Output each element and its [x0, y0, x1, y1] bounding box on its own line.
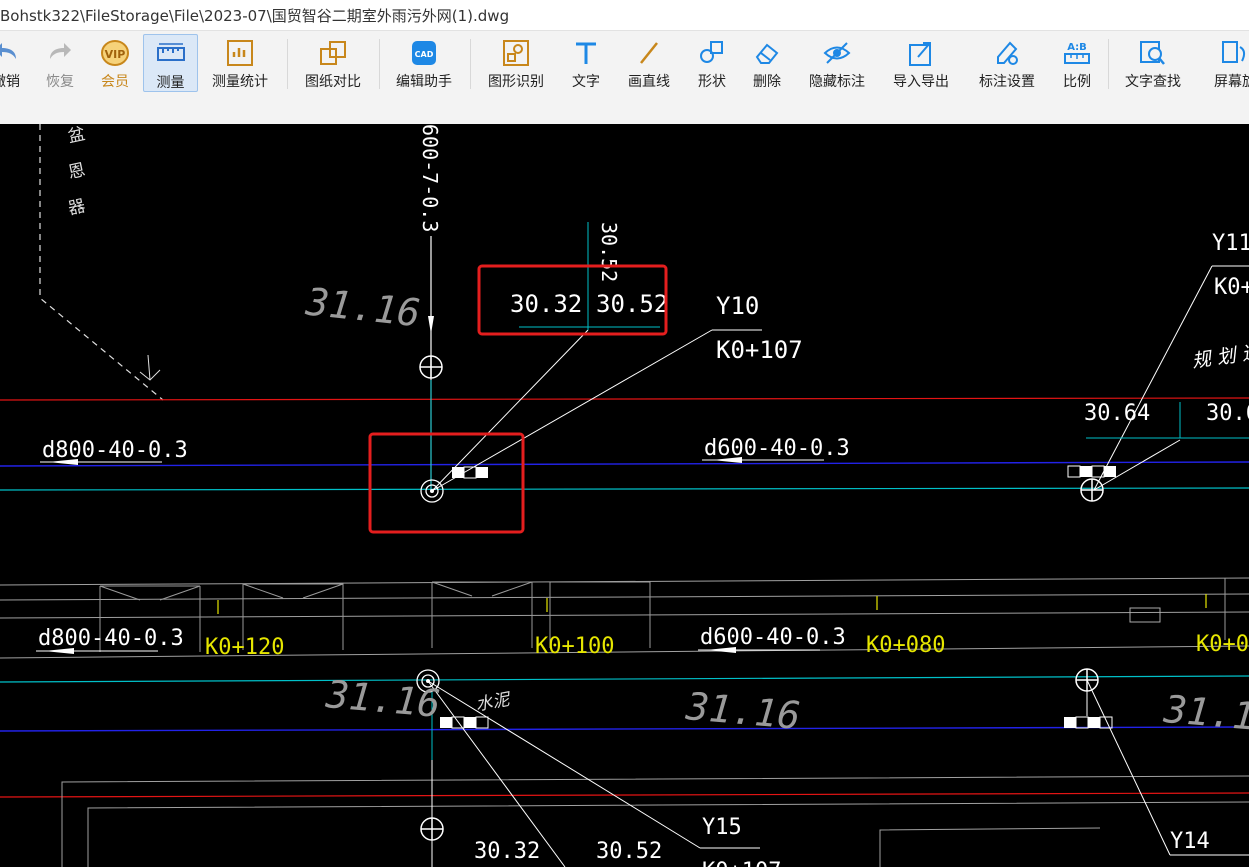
delete-button[interactable]: 删除	[746, 34, 788, 92]
station-y11: K0+	[1214, 275, 1249, 300]
shape-recognize-label: 图形识别	[488, 74, 544, 90]
measure-label: 测量	[156, 75, 185, 91]
cad-drawing: 盆 恩 器 600-7-0.3 30.52 30.32 30.52 Y10 K0…	[0, 124, 1249, 867]
compare-icon	[320, 41, 346, 65]
annotation-settings-button[interactable]: 标注设置	[972, 34, 1042, 92]
manhole-id-y10: Y10	[716, 292, 759, 320]
text-label: 文字	[572, 74, 600, 90]
import-export-label: 导入导出	[893, 74, 949, 90]
text-search-icon	[1140, 41, 1165, 65]
manhole-grate-y11	[1080, 478, 1104, 502]
svg-text:VIP: VIP	[105, 48, 126, 61]
station-y10: K0+107	[716, 336, 803, 364]
annotation-settings-label: 标注设置	[979, 74, 1035, 90]
measure-icon	[156, 43, 185, 61]
scale-label: 比例	[1063, 74, 1091, 90]
import-export-button[interactable]: 导入导出	[886, 34, 956, 92]
shape-button[interactable]: 形状	[690, 34, 734, 92]
pipe-label-d600-top: d600-40-0.3	[704, 436, 850, 461]
shape-recognize-button[interactable]: 图形识别	[480, 34, 552, 92]
screen-rotate-label: 屏幕旋	[1214, 74, 1249, 90]
compare-label: 图纸对比	[305, 74, 361, 90]
manhole-grate-upper	[419, 355, 443, 379]
svg-text:A:B: A:B	[1067, 42, 1087, 53]
measure-button[interactable]: 测量	[143, 34, 198, 92]
elev-bottom-right: 30.52	[596, 839, 662, 864]
vip-label: 会员	[101, 74, 129, 90]
station-k0-06x: K0+06	[1196, 632, 1249, 657]
hide-annotation-button[interactable]: 隐藏标注	[804, 34, 870, 92]
vip-icon: VIP	[101, 40, 129, 66]
manhole-id-y15: Y15	[702, 815, 742, 840]
eye-hide-icon	[823, 42, 851, 64]
manhole-grate-lower	[420, 817, 444, 841]
elev-3064-right: 30.64	[1206, 401, 1249, 426]
elev-box-left: 30.32	[510, 290, 582, 318]
station-k0-080: K0+080	[866, 633, 945, 658]
cad-canvas[interactable]: 盆 恩 器 600-7-0.3 30.52 30.32 30.52 Y10 K0…	[0, 124, 1249, 867]
elev-box-right: 30.52	[596, 290, 668, 318]
hide-annotation-label: 隐藏标注	[809, 74, 865, 90]
svg-text:CAD: CAD	[415, 50, 434, 59]
pipe-label-d600-bottom: d600-40-0.3	[700, 625, 846, 650]
scale-icon: A:B	[1064, 42, 1090, 64]
pipe-label-d800-top: d800-40-0.3	[42, 438, 188, 463]
import-export-icon	[909, 42, 931, 66]
redo-label: 恢复	[46, 74, 74, 90]
pipe-label-d800-bottom: d800-40-0.3	[38, 626, 184, 651]
screen-rotate-icon	[1222, 41, 1246, 63]
redo-button[interactable]: 恢复	[38, 34, 82, 92]
window-title: Bohstk322\FileStorage\File\2023-07\国贸智谷二…	[0, 7, 510, 25]
text-icon	[576, 42, 596, 64]
undo-label: 撤销	[0, 74, 20, 90]
line-button[interactable]: 画直线	[622, 34, 676, 92]
text-button[interactable]: 文字	[566, 34, 606, 92]
scale-button[interactable]: A:B 比例	[1056, 34, 1098, 92]
compare-button[interactable]: 图纸对比	[298, 34, 368, 92]
undo-icon	[0, 43, 16, 59]
manhole-id-y11: Y11	[1212, 231, 1249, 256]
cad-edit-icon: CAD	[412, 41, 436, 65]
shape-icon	[700, 41, 723, 63]
elev-3064-left: 30.64	[1084, 401, 1150, 426]
elev-bottom-left: 30.32	[474, 839, 540, 864]
measure-stats-icon	[227, 40, 253, 66]
shape-recognize-icon	[503, 40, 529, 66]
cad-edit-label: 编辑助手	[396, 74, 452, 90]
pipe-label-vertical: 600-7-0.3	[418, 124, 442, 232]
toolbar-sub-strip	[0, 92, 1249, 124]
station-y15: K0+107	[702, 859, 781, 867]
text-search-button[interactable]: 文字查找	[1118, 34, 1188, 92]
title-bar: Bohstk322\FileStorage\File\2023-07\国贸智谷二…	[0, 0, 1249, 30]
screen-rotate-button[interactable]: 屏幕旋	[1205, 34, 1249, 92]
redo-icon	[50, 43, 71, 59]
line-icon	[640, 42, 658, 64]
eraser-icon	[755, 43, 779, 64]
measure-stats-button[interactable]: 测量统计	[205, 34, 275, 92]
vip-button[interactable]: VIP 会员	[92, 34, 138, 92]
measure-stats-label: 测量统计	[212, 74, 268, 90]
station-k0-100: K0+100	[535, 634, 614, 659]
cad-edit-button[interactable]: CAD 编辑助手	[388, 34, 460, 92]
elev-label-vertical: 30.52	[597, 222, 621, 282]
toolbar: 撤销 恢复 VIP 会员 测量 测量统计 图纸对比 CAD 编辑助手 图形识别 …	[0, 30, 1249, 93]
manhole-id-y14: Y14	[1170, 829, 1210, 854]
side-labels: 盆 恩 器	[66, 124, 87, 219]
text-search-label: 文字查找	[1125, 74, 1181, 90]
line-label: 画直线	[628, 74, 670, 90]
delete-label: 删除	[753, 74, 781, 90]
annotation-settings-icon	[997, 41, 1018, 65]
station-k0-120: K0+120	[205, 635, 284, 660]
shape-label: 形状	[698, 74, 726, 90]
undo-button[interactable]: 撤销	[0, 34, 26, 92]
